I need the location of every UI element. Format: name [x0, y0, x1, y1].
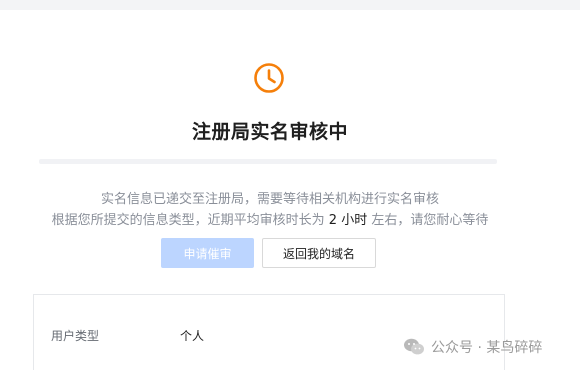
progress-divider [39, 159, 497, 164]
back-to-my-domains-button[interactable]: 返回我的域名 [262, 238, 376, 268]
user-type-label: 用户类型 [51, 329, 100, 343]
review-description-line2: 根据您所提交的信息类型，近期平均审核时长为 2 小时 左右，请您耐心等待 [0, 209, 540, 228]
review-description-line1: 实名信息已递交至注册局，需要等待相关机构进行实名审核 [100, 192, 439, 207]
wechat-logo-icon [404, 338, 424, 355]
clock-icon [254, 63, 284, 93]
review-duration: 2 小时 [328, 213, 368, 228]
page: 注册局实名审核中 实名信息已递交至注册局，需要等待相关机构进行实名审核 根据您所… [0, 0, 580, 370]
watermark: 公众号 · 某鸟碎碎 [403, 337, 542, 357]
page-title: 注册局实名审核中 [191, 121, 348, 143]
urge-review-button[interactable]: 申请催审 [161, 238, 254, 268]
user-type-value: 个人 [180, 329, 205, 343]
info-card: 用户类型 个人 [33, 294, 505, 370]
top-strip [0, 0, 580, 10]
watermark-text: 公众号 · 某鸟碎碎 [431, 340, 543, 356]
description-text-before: 根据您所提交的信息类型，近期平均审核时长为 [51, 213, 329, 228]
description-text-after: 左右，请您耐心等待 [367, 213, 489, 228]
